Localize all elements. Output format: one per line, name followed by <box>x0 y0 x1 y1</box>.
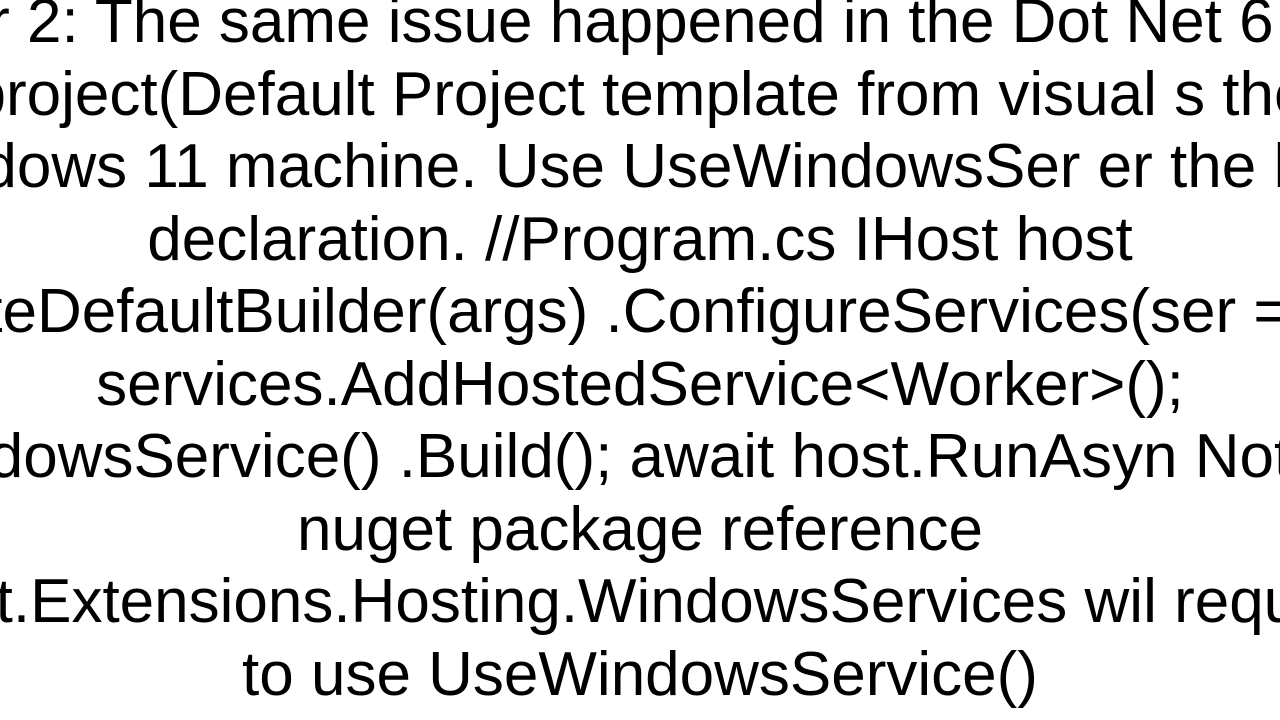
answer-body-text: er 2: The same issue happened in the Dot… <box>0 0 1280 711</box>
document-viewport: er 2: The same issue happened in the Dot… <box>0 0 1280 720</box>
